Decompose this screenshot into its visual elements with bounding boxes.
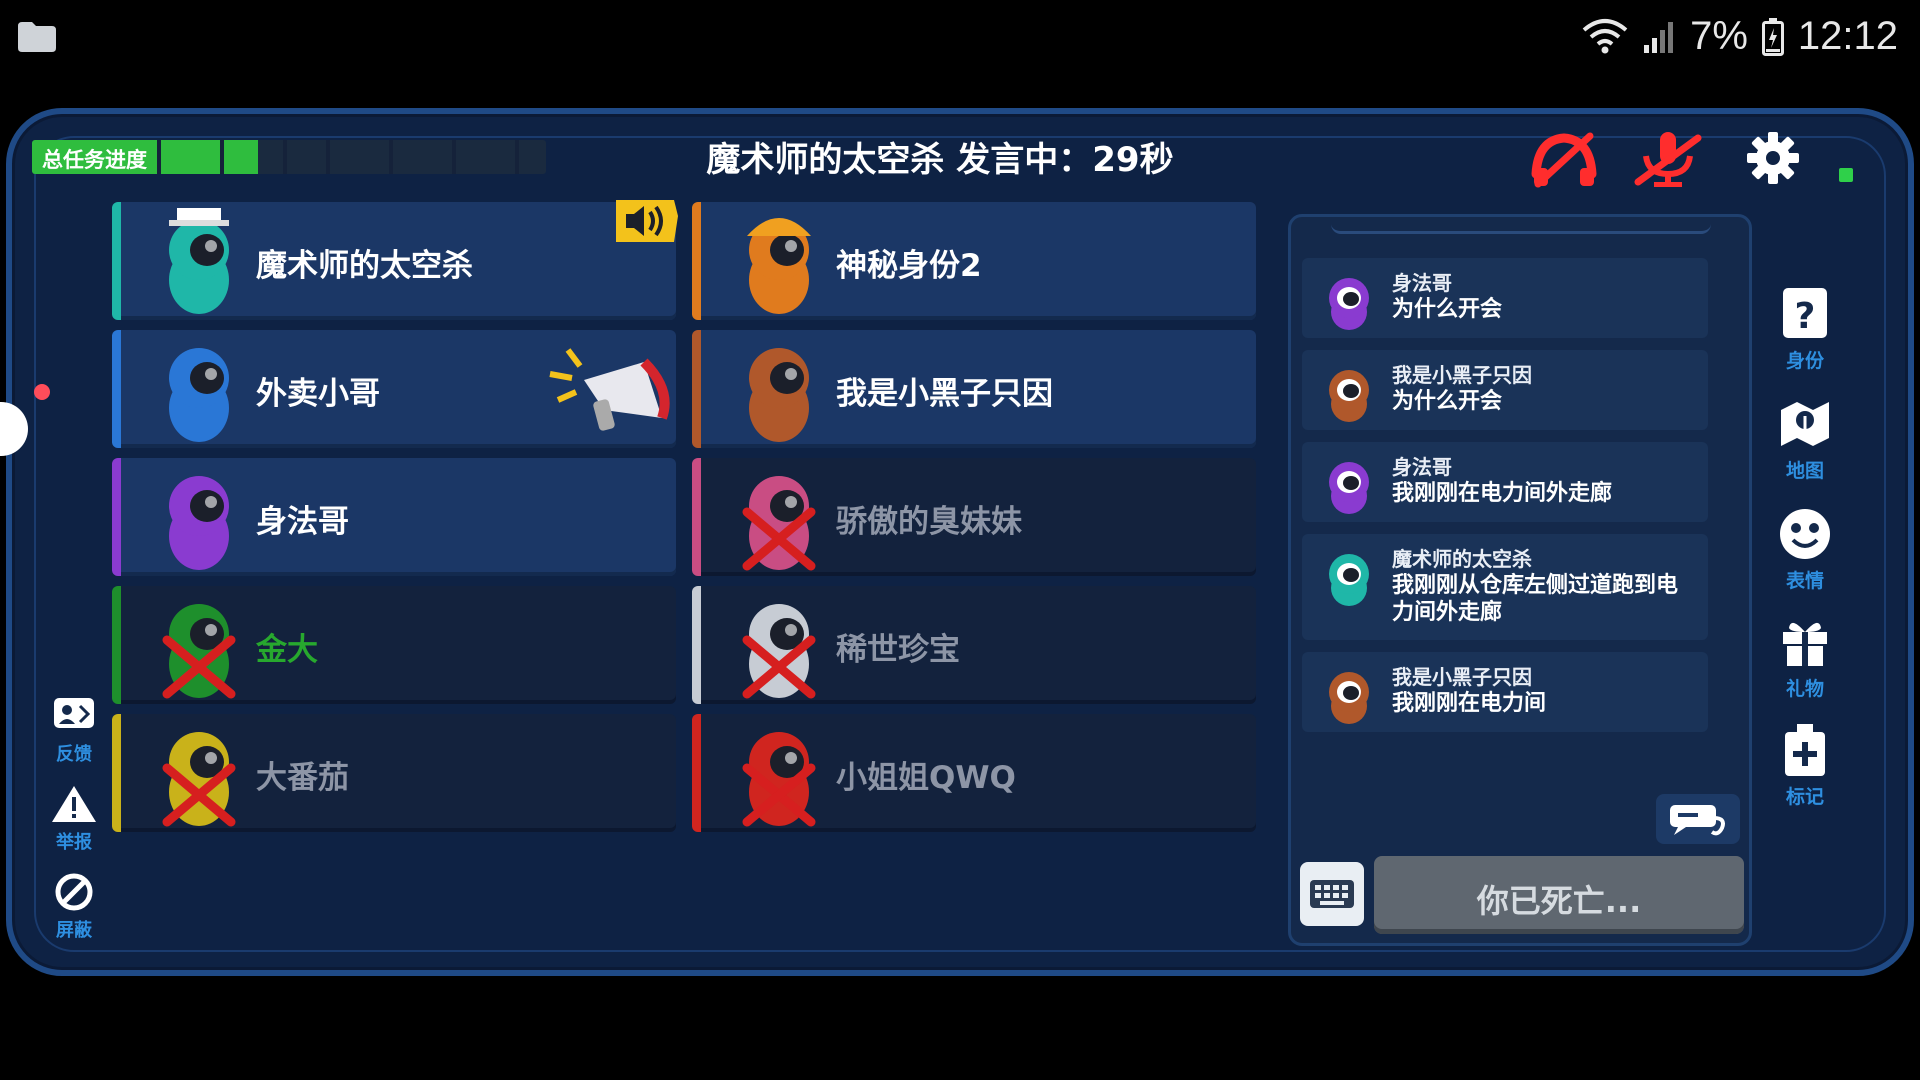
block-icon: [55, 873, 93, 911]
connection-indicator: [1839, 168, 1853, 182]
status-bar: 7% 12:12: [0, 0, 1920, 80]
chat-message: 魔术师的太空杀 我刚刚从仓库左侧过道跑到电力间外走廊: [1302, 534, 1708, 640]
player-name: 我是小黑子只因: [836, 376, 1053, 412]
nav-emoji[interactable]: 表情: [1770, 506, 1840, 593]
chat-text: 我刚刚在电力间外走廊: [1392, 481, 1613, 506]
folder-icon: [18, 22, 56, 52]
player-avatar: [747, 218, 811, 314]
clock: 12:12: [1797, 14, 1898, 58]
chat-message: 身法哥 我刚刚在电力间外走廊: [1302, 442, 1708, 522]
battery-percent: 7%: [1690, 14, 1748, 58]
player-avatar: [169, 476, 229, 570]
svg-text:?: ?: [1795, 296, 1816, 337]
keyboard-icon: [1310, 880, 1354, 908]
chat-author: 身法哥: [1392, 271, 1452, 295]
player-avatar: [162, 732, 236, 827]
mic-muted-icon[interactable]: [1528, 130, 1600, 188]
nav-report[interactable]: 举报: [44, 784, 104, 854]
player-card[interactable]: 神秘身份2: [692, 202, 1256, 320]
signal-icon: [1644, 21, 1674, 53]
map-icon: [1781, 402, 1829, 446]
player-card[interactable]: 小姐姐QWQ: [692, 714, 1256, 832]
chat-text: 为什么开会: [1392, 297, 1503, 322]
player-name: 神秘身份2: [836, 248, 982, 284]
player-name: 稀世珍宝: [836, 632, 960, 668]
chat-author: 我是小黑子只因: [1392, 363, 1532, 387]
player-avatar: [749, 348, 809, 442]
chat-input-disabled: 你已死亡...: [1374, 856, 1744, 934]
nav-identity[interactable]: ? 身份: [1770, 286, 1840, 373]
nav-feedback-label: 反馈: [56, 744, 92, 765]
chat-author: 身法哥: [1392, 455, 1452, 479]
chat-message: 我是小黑子只因 我刚刚在电力间: [1302, 652, 1708, 732]
feedback-icon: [54, 698, 94, 728]
player-name: 身法哥: [256, 504, 349, 540]
player-name: 金大: [256, 632, 318, 668]
warning-icon: [52, 786, 96, 822]
player-card[interactable]: 金大: [112, 586, 676, 704]
gift-icon: [1783, 622, 1827, 666]
nav-block-label: 屏蔽: [56, 920, 92, 941]
chat-avatar: [1329, 278, 1369, 330]
nav-report-label: 举报: [56, 832, 92, 853]
chat-text: 我刚刚从仓库左侧过道跑到电力间外走廊: [1392, 573, 1679, 625]
nav-identity-label: 身份: [1785, 350, 1824, 372]
keyboard-button[interactable]: [1300, 862, 1364, 926]
battery-icon: [1761, 17, 1784, 56]
notification-dot: [34, 384, 50, 400]
nav-block[interactable]: 屏蔽: [44, 872, 104, 942]
nav-mark[interactable]: 标记: [1770, 722, 1840, 809]
nav-mark-label: 标记: [1785, 786, 1824, 808]
quick-chat-button[interactable]: [1656, 794, 1740, 844]
player-name: 骄傲的臭妹妹: [836, 504, 1022, 540]
speaker-icon: [616, 200, 678, 242]
gear-icon[interactable]: [1745, 130, 1801, 186]
player-name: 大番茄: [256, 760, 349, 796]
chat-avatar: [1329, 672, 1369, 724]
nav-gift[interactable]: 礼物: [1770, 614, 1840, 701]
chat-text: 我刚刚在电力间: [1392, 691, 1547, 716]
nav-gift-label: 礼物: [1785, 678, 1824, 700]
meeting-title: 魔术师的太空杀 发言中：29秒: [706, 140, 1174, 180]
chat-author: 魔术师的太空杀: [1392, 547, 1532, 571]
player-avatar: [169, 208, 229, 314]
wifi-icon: [1582, 18, 1628, 53]
nav-map[interactable]: 地图: [1770, 396, 1840, 483]
chat-author: 我是小黑子只因: [1392, 665, 1532, 689]
chat-avatar: [1329, 554, 1369, 606]
emoji-icon: [1780, 509, 1830, 559]
player-avatar: [742, 732, 816, 827]
player-avatar: [742, 476, 816, 571]
player-name: 魔术师的太空杀: [256, 248, 473, 284]
player-card[interactable]: 骄傲的臭妹妹: [692, 458, 1256, 576]
nav-emoji-label: 表情: [1785, 570, 1824, 592]
chat-avatar: [1329, 370, 1369, 422]
chat-avatar: [1329, 462, 1369, 514]
nav-feedback[interactable]: 反馈: [44, 696, 104, 766]
player-name: 小姐姐QWQ: [836, 760, 1016, 796]
quick-chat-icon: [1670, 805, 1725, 836]
player-card[interactable]: 身法哥: [112, 458, 676, 576]
chat-scroll-fade: [1331, 217, 1711, 234]
chat-message: 我是小黑子只因 为什么开会: [1302, 350, 1708, 430]
player-card[interactable]: 魔术师的太空杀: [112, 200, 678, 320]
chat-text: 为什么开会: [1392, 389, 1503, 414]
mark-icon: [1785, 724, 1825, 776]
dead-notice: 你已死亡...: [1476, 882, 1642, 920]
player-card[interactable]: 大番茄: [112, 714, 676, 832]
speaker-muted-icon[interactable]: [1632, 130, 1704, 188]
player-card[interactable]: 我是小黑子只因: [692, 330, 1256, 448]
player-card[interactable]: 稀世珍宝: [692, 586, 1256, 704]
task-progress-label: 总任务进度: [42, 148, 147, 172]
identity-card-icon: ?: [1783, 288, 1827, 338]
player-name: 外卖小哥: [256, 376, 380, 412]
player-avatar: [742, 604, 816, 699]
chat-message: 身法哥 为什么开会: [1302, 258, 1708, 338]
player-card[interactable]: 外卖小哥: [112, 330, 676, 448]
megaphone-icon: [549, 348, 670, 431]
player-avatar: [162, 604, 236, 699]
nav-map-label: 地图: [1785, 460, 1824, 482]
task-progress-bar: 总任务进度: [32, 140, 546, 174]
player-avatar: [169, 348, 229, 442]
